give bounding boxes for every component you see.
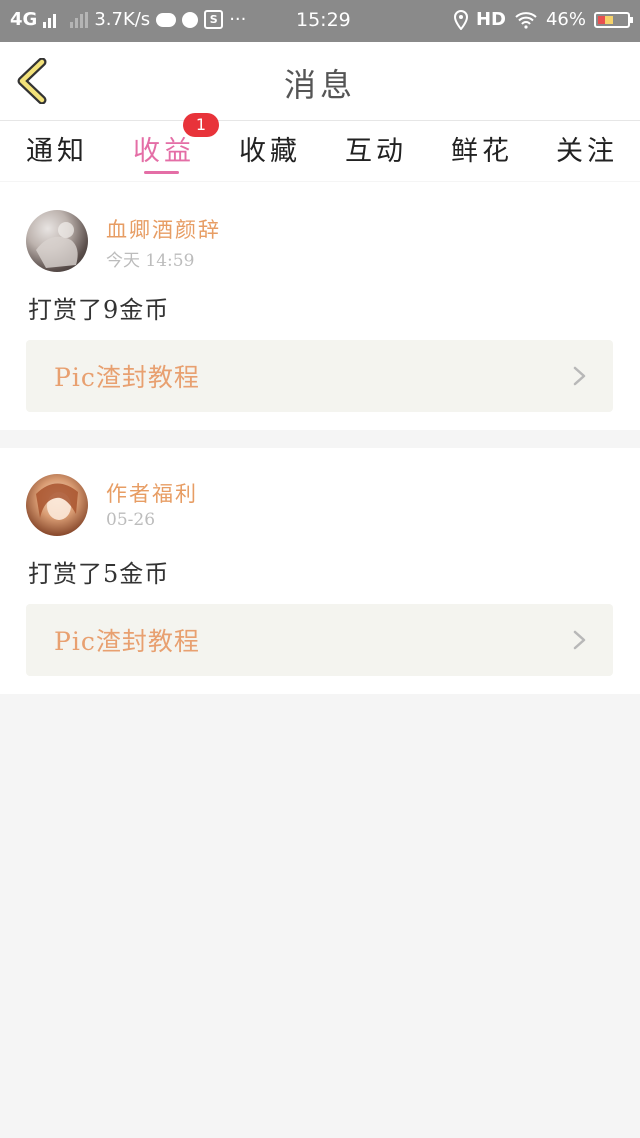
clock: 15:29 xyxy=(296,9,351,31)
username[interactable]: 血卿酒颜辞 xyxy=(106,214,221,244)
hd-label: HD xyxy=(475,9,506,30)
page-title: 消息 xyxy=(283,66,356,104)
work-title: Pic渣封教程 xyxy=(54,363,200,392)
tab-favorites[interactable]: 收藏 xyxy=(239,129,301,168)
browser-icon xyxy=(182,11,199,28)
work-title: Pic渣封教程 xyxy=(54,627,200,656)
status-right: HD 46% xyxy=(453,9,633,30)
nav-bar: 消息 xyxy=(0,42,640,121)
notification-s-icon: S xyxy=(204,10,224,29)
avatar-image xyxy=(36,222,78,268)
battery-percent: 46% xyxy=(545,9,586,30)
chevron-right-icon xyxy=(573,630,586,650)
avatar[interactable] xyxy=(26,210,88,272)
net-speed: 3.7K/s xyxy=(94,9,151,30)
work-link[interactable]: Pic渣封教程 xyxy=(26,340,613,412)
tab-interactions[interactable]: 互动 xyxy=(345,129,407,168)
wifi-icon xyxy=(515,11,537,29)
status-left: 4G 3.7K/s S ··· xyxy=(10,9,246,30)
tab-bar: 通知 收益 收藏 互动 鲜花 关注 xyxy=(0,121,640,181)
username[interactable]: 作者福利 xyxy=(106,478,198,508)
earnings-badge: 1 xyxy=(183,113,219,137)
message-card: 血卿酒颜辞 今天 14:59 打赏了9金币 Pic渣封教程 xyxy=(0,182,640,430)
more-dots-icon: ··· xyxy=(229,9,247,30)
tab-notifications[interactable]: 通知 xyxy=(26,129,88,168)
signal-2-icon xyxy=(70,11,89,28)
network-type: 4G xyxy=(10,9,38,30)
message-text: 打赏了5金币 xyxy=(28,560,170,588)
message-time: 今天 14:59 xyxy=(106,251,195,271)
cloud-icon xyxy=(156,12,177,27)
avatar[interactable] xyxy=(26,474,88,536)
tab-flowers[interactable]: 鲜花 xyxy=(451,129,513,168)
message-card: 作者福利 05-26 打赏了5金币 Pic渣封教程 xyxy=(0,448,640,694)
chevron-right-icon xyxy=(573,366,586,386)
message-time: 05-26 xyxy=(106,510,156,530)
avatar-image xyxy=(36,483,78,520)
status-bar: 4G 3.7K/s S ··· 15:29 HD 46% xyxy=(0,0,640,42)
location-icon xyxy=(453,9,468,30)
battery-icon xyxy=(594,11,633,28)
tab-following[interactable]: 关注 xyxy=(556,129,618,168)
signal-icon xyxy=(43,12,57,28)
message-text: 打赏了9金币 xyxy=(28,296,170,324)
active-tab-indicator xyxy=(144,171,179,174)
work-link[interactable]: Pic渣封教程 xyxy=(26,604,613,676)
tab-earnings[interactable]: 收益 xyxy=(133,129,195,168)
